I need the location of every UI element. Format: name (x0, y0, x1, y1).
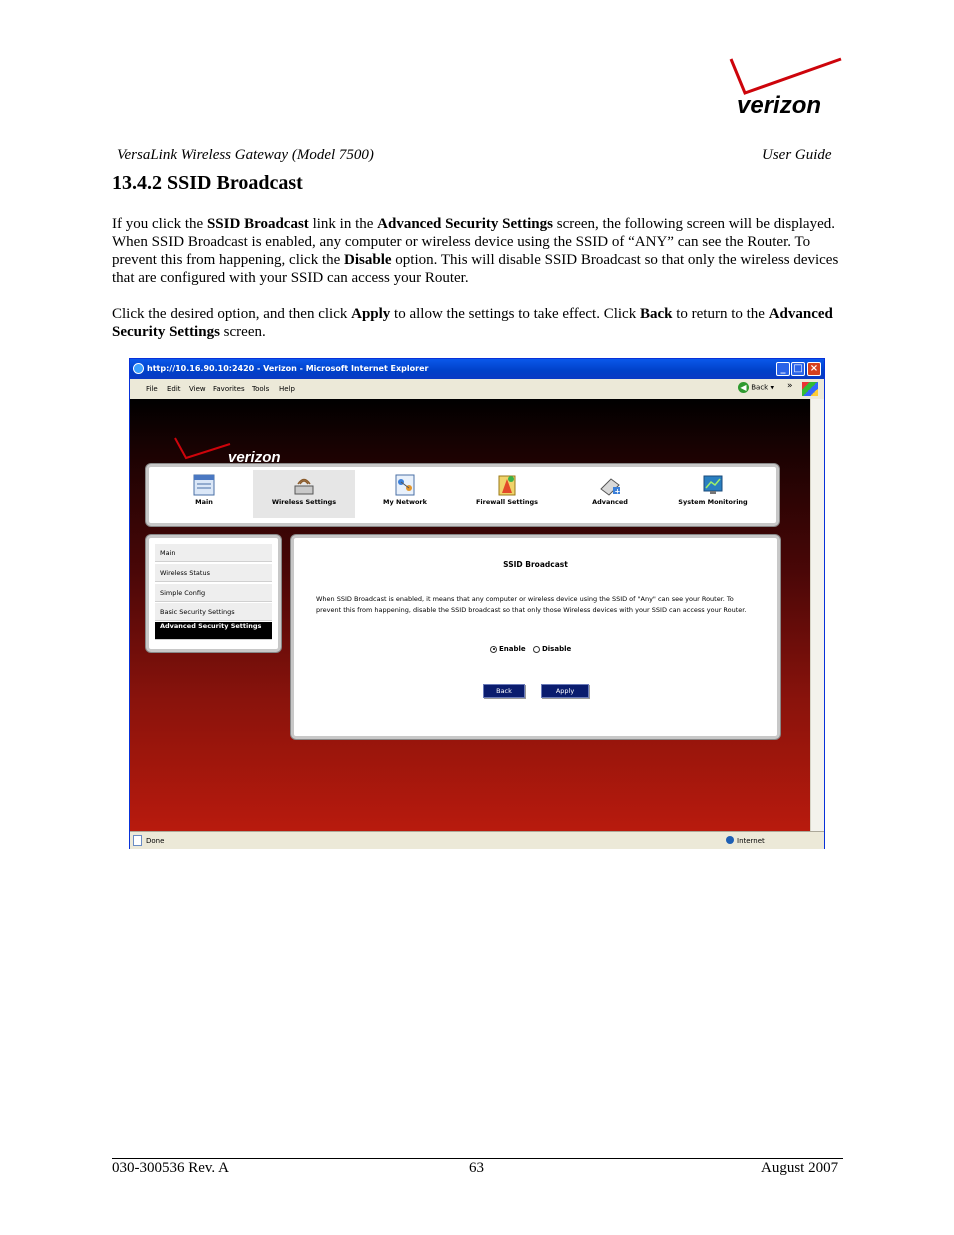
nav-my-network[interactable]: My Network (354, 470, 456, 518)
intro-paragraph: If you click the SSID Broadcast link in … (112, 216, 839, 286)
firewall-icon (498, 475, 516, 496)
verizon-logo-text: verizon (737, 92, 821, 119)
nav-wireless-settings[interactable]: Wireless Settings (253, 470, 355, 518)
my-network-icon (395, 474, 415, 496)
sidebar-item-basic-security[interactable]: Basic Security Settings (155, 603, 272, 621)
menu-bar: File Edit View Favorites Tools Help ◀ Ba… (130, 379, 824, 400)
ie-icon (133, 363, 144, 374)
app-verizon-logo: verizon (174, 437, 281, 466)
page-icon (133, 835, 142, 846)
footer-page-number: 63 (469, 1160, 484, 1176)
browser-titlebar: http://10.16.90.10:2420 - Verizon - Micr… (130, 359, 824, 379)
browser-title: http://10.16.90.10:2420 - Verizon - Micr… (147, 364, 429, 373)
status-text: Done (146, 837, 165, 845)
disable-label: Disable (541, 645, 572, 653)
content-panel: SSID Broadcast When SSID Broadcast is en… (291, 535, 780, 739)
vertical-scrollbar[interactable] (810, 399, 824, 831)
content-title: SSID Broadcast (503, 560, 568, 569)
menu-file[interactable]: File (146, 385, 158, 393)
back-button[interactable]: Back (483, 684, 525, 698)
nav-advanced[interactable]: + Advanced (559, 470, 661, 518)
sidebar-item-simple-config[interactable]: Simple Config (155, 584, 272, 602)
verizon-logo: verizon (729, 57, 842, 119)
nav-main[interactable]: Main (153, 470, 255, 518)
zone-text: Internet (737, 837, 765, 845)
browser-window: http://10.16.90.10:2420 - Verizon - Micr… (129, 358, 825, 849)
sidebar-item-advanced-security[interactable]: Advanced Security Settings (155, 622, 272, 640)
doc-header-title: VersaLink Wireless Gateway (Model 7500) (117, 147, 374, 163)
nav-system-monitoring[interactable]: System Monitoring (662, 470, 764, 518)
menu-edit[interactable]: Edit (167, 385, 181, 393)
svg-text:+: + (615, 488, 621, 496)
menu-help[interactable]: Help (279, 385, 295, 393)
doc-header-guide: User Guide (762, 147, 832, 163)
close-button[interactable]: × (807, 362, 821, 376)
ssid-broadcast-options: Enable Disable (490, 645, 571, 653)
content-description: When SSID Broadcast is enabled, it means… (316, 595, 747, 614)
main-icon (193, 474, 215, 496)
enable-radio[interactable] (490, 645, 497, 653)
footer-date: August 2007 (761, 1160, 839, 1176)
menu-favorites[interactable]: Favorites (213, 385, 245, 393)
sidebar-item-main[interactable]: Main (155, 544, 272, 562)
main-nav: Main Wireless Settings My Network Firewa… (146, 464, 779, 526)
footer-divider (112, 1158, 843, 1159)
section-title: 13.4.2 SSID Broadcast (112, 172, 303, 194)
enable-label: Enable (499, 645, 526, 653)
page-viewport: verizon Main Wireless Settings My Networ… (130, 399, 810, 831)
internet-zone-icon (726, 836, 734, 844)
toolbar-chevron[interactable]: » (787, 381, 793, 391)
browser-back-button[interactable]: ◀ Back ▾ (738, 382, 774, 396)
wireless-settings-icon (294, 478, 314, 495)
menu-view[interactable]: View (189, 385, 206, 393)
footer-doc-number: 030-300536 Rev. A (112, 1160, 229, 1176)
instruction-paragraph: Click the desired option, and then click… (112, 306, 833, 340)
minimize-button[interactable]: _ (776, 362, 790, 376)
windows-logo-icon (802, 382, 818, 396)
status-bar: Done Internet (130, 831, 824, 849)
apply-button[interactable]: Apply (541, 684, 589, 698)
sidebar-item-wireless-status[interactable]: Wireless Status (155, 564, 272, 582)
back-arrow-icon: ◀ (738, 382, 749, 393)
maximize-button[interactable]: □ (791, 362, 805, 376)
menu-tools[interactable]: Tools (252, 385, 269, 393)
nav-firewall-settings[interactable]: Firewall Settings (456, 470, 558, 518)
side-menu: Main Wireless Status Simple Config Basic… (146, 535, 281, 652)
system-monitoring-icon (703, 475, 723, 494)
advanced-icon: + (600, 478, 621, 496)
disable-radio[interactable] (532, 645, 540, 653)
